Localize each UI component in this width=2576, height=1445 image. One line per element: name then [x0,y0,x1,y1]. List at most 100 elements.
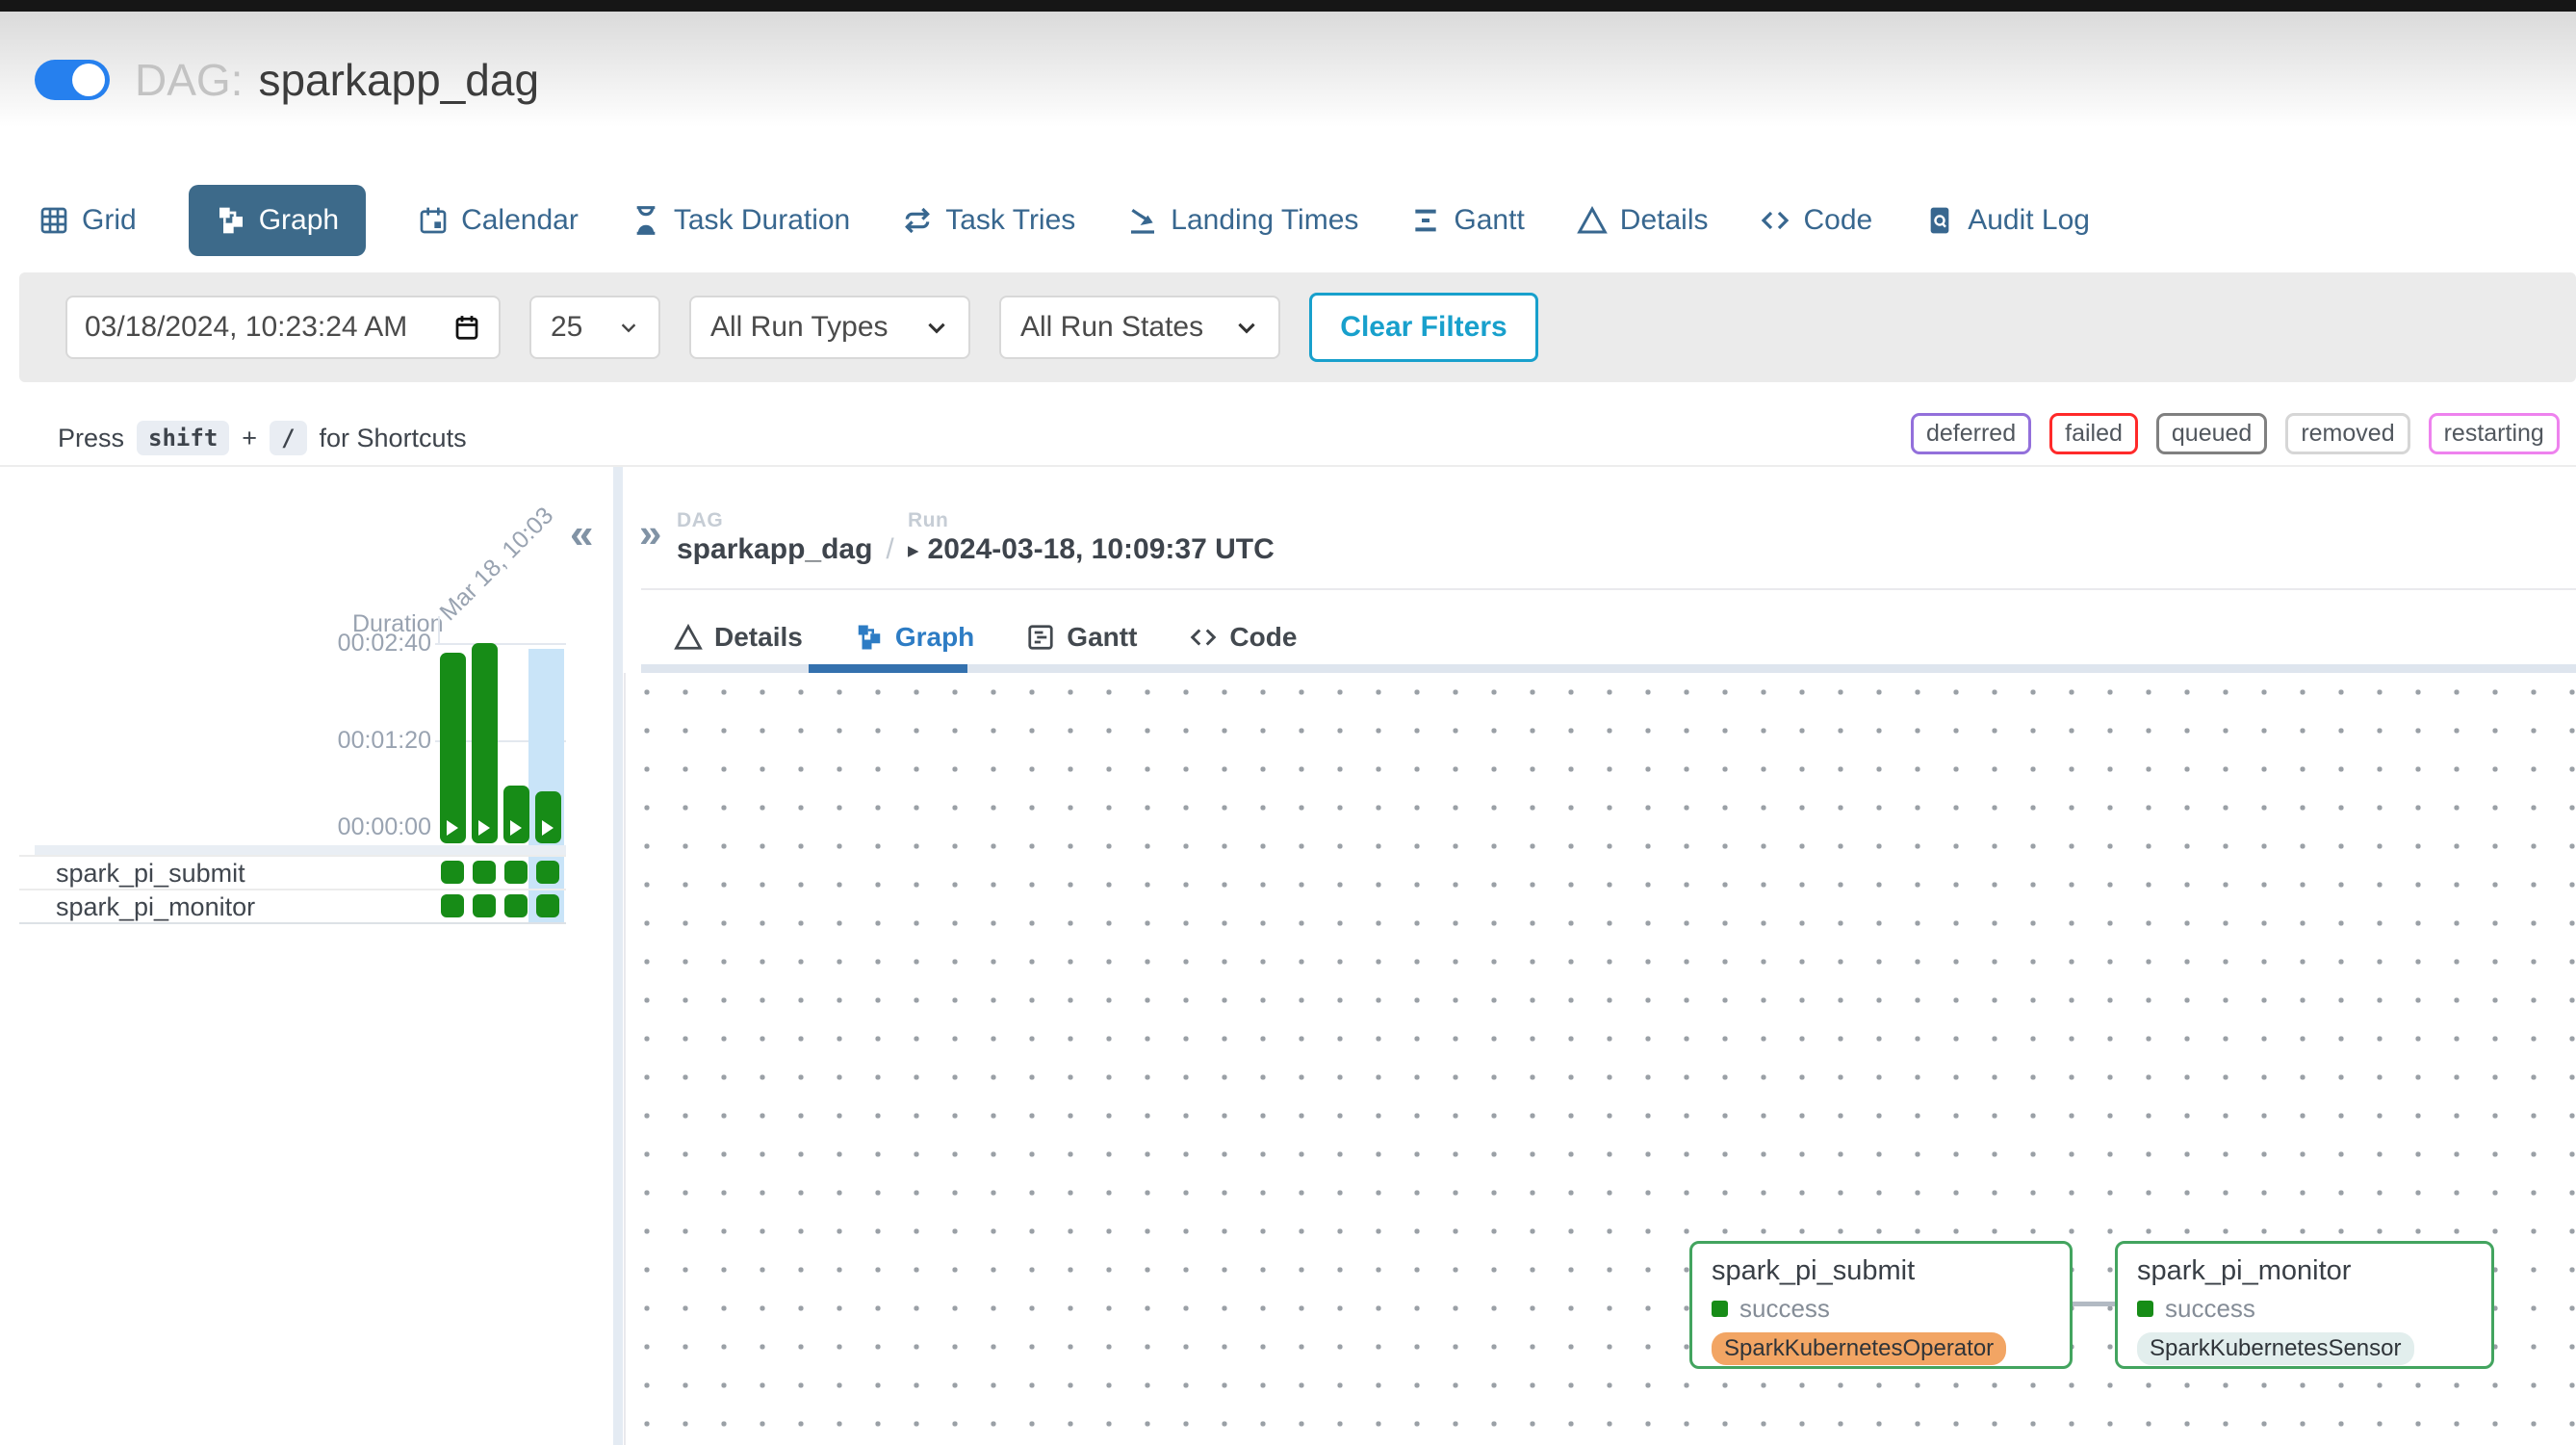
run-tab-code[interactable]: Code [1189,622,1297,653]
chevron-down-icon [618,317,639,338]
run-column-label: Mar 18, 10:03 [434,502,559,627]
play-icon [542,820,554,836]
run-tab-details[interactable]: Details [674,622,803,653]
run-duration-bar-1[interactable] [440,653,466,843]
page-size-select[interactable]: 25 [529,296,660,359]
shift-key: shift [137,421,229,455]
tab-label: Grid [82,204,137,237]
tab-label: Gantt [1454,204,1524,237]
tab-gantt[interactable]: Gantt [1410,204,1524,237]
tab-audit-log[interactable]: Audit Log [1924,204,2090,237]
task-instance-square[interactable] [504,894,528,917]
graph-icon [216,205,246,236]
tab-code[interactable]: Code [1760,204,1872,237]
duration-axis-line [438,616,440,645]
retry-icon [902,205,933,236]
run-duration-bar-4[interactable] [535,791,561,843]
tab-label: Calendar [461,204,579,237]
task-instance-square[interactable] [441,861,464,884]
breadcrumb-run-label: Run [908,509,948,532]
task-instance-square[interactable] [473,894,496,917]
code-icon [1189,623,1218,652]
task-instance-square[interactable] [536,894,559,917]
tab-task-duration[interactable]: Task Duration [631,204,850,237]
task-row-label-submit[interactable]: spark_pi_submit [56,859,245,889]
task-node-status: success [1712,1294,2050,1324]
active-tab-underline [809,664,967,673]
tab-landing-times[interactable]: Landing Times [1127,204,1358,237]
clear-filters-button[interactable]: Clear Filters [1309,293,1538,362]
legend-badge-failed[interactable]: failed [2049,413,2138,454]
operator-badge: SparkKubernetesSensor [2137,1332,2414,1365]
tab-task-tries[interactable]: Task Tries [902,204,1075,237]
legend-badge-restarting[interactable]: restarting [2429,413,2560,454]
breadcrumb-dag-label: DAG [677,509,723,532]
toggle-knob [72,64,105,96]
tab-details[interactable]: Details [1577,204,1709,237]
tab-calendar[interactable]: Calendar [418,204,579,237]
play-icon [510,820,522,836]
legend-badge-queued[interactable]: queued [2156,413,2267,454]
dag-nav-tabs: Grid Graph Calendar Task Duration Task T… [39,185,2090,256]
task-node-title: spark_pi_monitor [2137,1255,2472,1287]
run-marker-icon: ▸ [908,537,919,563]
gantt-icon [1410,205,1441,236]
legend-badge-deferred[interactable]: deferred [1911,413,2031,454]
header-divider [0,465,2576,467]
run-types-select[interactable]: All Run Types [689,296,970,359]
breadcrumb: sparkapp_dag / [677,533,894,566]
run-duration-bar-2[interactable] [472,643,498,843]
tab-grid[interactable]: Grid [39,204,137,237]
ytick-240: 00:02:40 [277,630,431,658]
details-icon [674,623,703,652]
task-node-spark-pi-monitor[interactable]: spark_pi_monitor success SparkKubernetes… [2115,1241,2494,1369]
tab-graph[interactable]: Graph [189,185,366,256]
task-instance-square[interactable] [473,861,496,884]
calendar-icon [418,205,449,236]
page-size-value: 25 [551,311,582,344]
date-input[interactable]: 03/18/2024, 10:23:24 AM [65,296,501,359]
task-instance-square[interactable] [536,861,559,884]
code-icon [1760,205,1790,236]
chart-rows-separator [35,845,566,855]
tab-label: Details [1620,204,1709,237]
audit-log-icon [1924,205,1955,236]
gantt-icon [1026,623,1055,652]
run-tab-gantt[interactable]: Gantt [1026,622,1137,653]
run-detail-tabs: Details Graph Gantt Code [674,622,1297,653]
task-instance-square[interactable] [441,894,464,917]
run-duration-bar-3[interactable] [503,786,529,843]
shortcuts-suffix: for Shortcuts [320,424,467,453]
expand-panel-button[interactable]: » [639,510,661,556]
hourglass-icon [631,205,661,236]
task-instance-square[interactable] [504,861,528,884]
row-divider [19,889,566,890]
collapse-panel-button[interactable]: « [570,510,593,558]
breadcrumb-run[interactable]: ▸ 2024-03-18, 10:09:37 UTC [908,533,1275,566]
landing-icon [1127,205,1158,236]
dag-pause-toggle[interactable] [35,60,110,100]
ytick-000: 00:00:00 [277,813,431,841]
run-states-select[interactable]: All Run States [999,296,1280,359]
tab-label: Task Duration [674,204,850,237]
shortcuts-hint: Press shift + / for Shortcuts [58,421,467,455]
calendar-picker-icon[interactable] [452,313,481,342]
run-types-value: All Run Types [710,311,889,344]
graph-icon [855,623,884,652]
play-icon [447,820,458,836]
task-state-label: success [1739,1294,1830,1324]
filter-bar: 03/18/2024, 10:23:24 AM 25 All Run Types… [19,272,2576,382]
panel-resize-divider[interactable] [613,467,623,1445]
task-node-spark-pi-submit[interactable]: spark_pi_submit success SparkKubernetesO… [1689,1241,2073,1369]
grid-icon [39,205,69,236]
legend-badge-removed[interactable]: removed [2285,413,2409,454]
task-row-label-monitor[interactable]: spark_pi_monitor [56,892,255,922]
run-tab-graph[interactable]: Graph [855,622,974,653]
breadcrumb-dag-value[interactable]: sparkapp_dag [677,533,872,566]
task-state-label: success [2165,1294,2255,1324]
breadcrumb-divider [641,588,2576,590]
ytick-120: 00:01:20 [277,727,431,755]
breadcrumb-separator: / [886,533,893,566]
dag-graph-canvas[interactable]: spark_pi_submit success SparkKubernetesO… [624,673,2576,1445]
date-value: 03/18/2024, 10:23:24 AM [85,311,407,344]
